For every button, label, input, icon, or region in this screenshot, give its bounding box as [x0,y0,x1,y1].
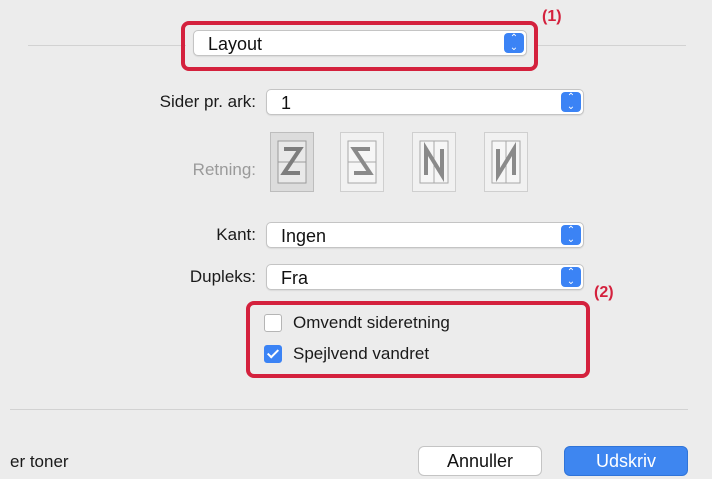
separator-bottom [10,409,688,410]
direction-label: Retning: [192,160,256,179]
reverse-z-order-icon [347,140,377,184]
highlight-box-1 [181,21,538,71]
callout-2: (2) [594,284,614,301]
direction-z-button[interactable] [270,132,314,192]
separator-right [536,45,686,46]
print-button[interactable]: Udskriv [564,446,688,476]
duplex-label: Dupleks: [189,267,256,286]
direction-reverse-z-button[interactable] [340,132,384,192]
pages-per-sheet-select[interactable]: 1 ⌃ ⌄ [266,89,584,115]
callout-1: (1) [542,8,562,25]
highlight-box-2 [246,301,590,378]
duplex-select[interactable]: Fra ⌃ ⌄ [266,264,584,290]
pages-per-sheet-label: Sider pr. ark: [159,92,256,111]
border-value: Ingen [281,226,327,246]
direction-reverse-n-button[interactable] [484,132,528,192]
cancel-button[interactable]: Annuller [418,446,542,476]
duplex-value: Fra [281,268,308,288]
footer-partial-text: er toner [10,452,69,471]
reverse-n-order-icon [491,140,521,184]
pages-per-sheet-value: 1 [281,93,292,113]
direction-n-button[interactable] [412,132,456,192]
separator-left [28,45,186,46]
print-dialog-panel: Layout ⌃ ⌄ (1) Sider pr. ark: 1 ⌃ ⌄ Retnin… [0,0,712,479]
n-order-icon [419,140,449,184]
chevron-updown-icon: ⌃ ⌄ [561,92,581,112]
border-select[interactable]: Ingen ⌃ ⌄ [266,222,584,248]
border-label: Kant: [216,225,256,244]
chevron-updown-icon: ⌃ ⌄ [561,267,581,287]
z-order-icon [277,140,307,184]
chevron-updown-icon: ⌃ ⌄ [561,225,581,245]
